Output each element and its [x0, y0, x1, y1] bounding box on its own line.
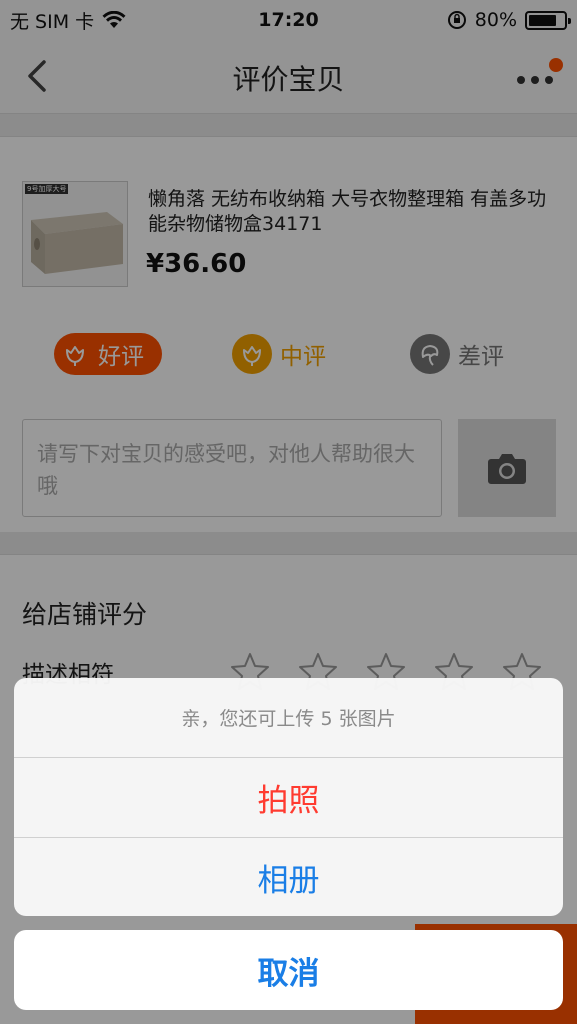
- action-sheet-message: 亲，您还可上传 5 张图片: [14, 678, 563, 758]
- action-sheet: 亲，您还可上传 5 张图片 拍照 相册: [14, 678, 563, 916]
- cancel-button[interactable]: 取消: [14, 930, 563, 1010]
- take-photo-button[interactable]: 拍照: [14, 758, 563, 837]
- photo-album-button[interactable]: 相册: [14, 837, 563, 916]
